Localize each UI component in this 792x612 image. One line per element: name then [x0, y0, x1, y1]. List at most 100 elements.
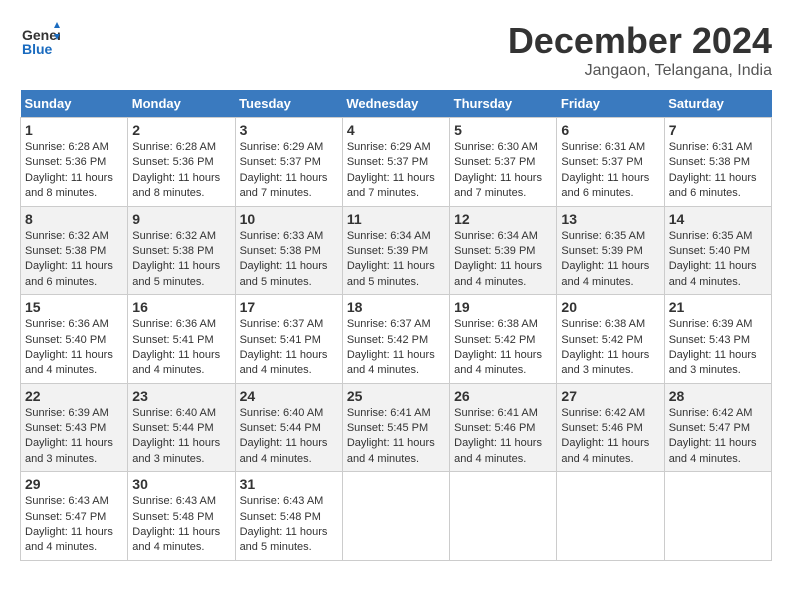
calendar-cell: 11 Sunrise: 6:34 AM Sunset: 5:39 PM Dayl… [342, 206, 449, 295]
day-info: Sunrise: 6:34 AM Sunset: 5:39 PM Dayligh… [347, 229, 445, 291]
page-header: General Blue December 2024 Jangaon, Tela… [20, 20, 772, 80]
location: Jangaon, Telangana, India [508, 62, 772, 80]
day-number: 23 [132, 388, 230, 404]
calendar-cell [450, 472, 557, 561]
col-header-wednesday: Wednesday [342, 90, 449, 118]
day-info: Sunrise: 6:31 AM Sunset: 5:37 PM Dayligh… [561, 140, 659, 202]
calendar-cell: 9 Sunrise: 6:32 AM Sunset: 5:38 PM Dayli… [128, 206, 235, 295]
day-number: 31 [240, 476, 338, 492]
calendar-cell: 19 Sunrise: 6:38 AM Sunset: 5:42 PM Dayl… [450, 295, 557, 384]
day-number: 22 [25, 388, 123, 404]
calendar-cell: 28 Sunrise: 6:42 AM Sunset: 5:47 PM Dayl… [664, 383, 771, 472]
day-number: 29 [25, 476, 123, 492]
calendar-cell: 18 Sunrise: 6:37 AM Sunset: 5:42 PM Dayl… [342, 295, 449, 384]
calendar-cell: 26 Sunrise: 6:41 AM Sunset: 5:46 PM Dayl… [450, 383, 557, 472]
calendar-cell: 25 Sunrise: 6:41 AM Sunset: 5:45 PM Dayl… [342, 383, 449, 472]
col-header-thursday: Thursday [450, 90, 557, 118]
logo-icon: General Blue [20, 20, 60, 65]
day-number: 11 [347, 211, 445, 227]
day-number: 15 [25, 299, 123, 315]
day-number: 12 [454, 211, 552, 227]
calendar-cell: 3 Sunrise: 6:29 AM Sunset: 5:37 PM Dayli… [235, 118, 342, 207]
day-info: Sunrise: 6:37 AM Sunset: 5:41 PM Dayligh… [240, 317, 338, 379]
col-header-monday: Monday [128, 90, 235, 118]
calendar-cell [664, 472, 771, 561]
day-info: Sunrise: 6:43 AM Sunset: 5:47 PM Dayligh… [25, 494, 123, 556]
day-number: 5 [454, 122, 552, 138]
calendar-cell: 13 Sunrise: 6:35 AM Sunset: 5:39 PM Dayl… [557, 206, 664, 295]
col-header-sunday: Sunday [21, 90, 128, 118]
day-info: Sunrise: 6:41 AM Sunset: 5:46 PM Dayligh… [454, 406, 552, 468]
calendar-cell: 1 Sunrise: 6:28 AM Sunset: 5:36 PM Dayli… [21, 118, 128, 207]
title-section: December 2024 Jangaon, Telangana, India [508, 20, 772, 80]
day-number: 18 [347, 299, 445, 315]
calendar-cell: 24 Sunrise: 6:40 AM Sunset: 5:44 PM Dayl… [235, 383, 342, 472]
day-info: Sunrise: 6:30 AM Sunset: 5:37 PM Dayligh… [454, 140, 552, 202]
day-info: Sunrise: 6:36 AM Sunset: 5:41 PM Dayligh… [132, 317, 230, 379]
day-info: Sunrise: 6:38 AM Sunset: 5:42 PM Dayligh… [561, 317, 659, 379]
day-info: Sunrise: 6:33 AM Sunset: 5:38 PM Dayligh… [240, 229, 338, 291]
calendar-cell: 23 Sunrise: 6:40 AM Sunset: 5:44 PM Dayl… [128, 383, 235, 472]
day-info: Sunrise: 6:35 AM Sunset: 5:39 PM Dayligh… [561, 229, 659, 291]
calendar-cell: 31 Sunrise: 6:43 AM Sunset: 5:48 PM Dayl… [235, 472, 342, 561]
day-info: Sunrise: 6:39 AM Sunset: 5:43 PM Dayligh… [669, 317, 767, 379]
calendar-cell: 7 Sunrise: 6:31 AM Sunset: 5:38 PM Dayli… [664, 118, 771, 207]
day-number: 25 [347, 388, 445, 404]
day-info: Sunrise: 6:34 AM Sunset: 5:39 PM Dayligh… [454, 229, 552, 291]
calendar-cell: 27 Sunrise: 6:42 AM Sunset: 5:46 PM Dayl… [557, 383, 664, 472]
day-number: 26 [454, 388, 552, 404]
month-title: December 2024 [508, 20, 772, 62]
calendar-week-row: 1 Sunrise: 6:28 AM Sunset: 5:36 PM Dayli… [21, 118, 772, 207]
day-info: Sunrise: 6:43 AM Sunset: 5:48 PM Dayligh… [132, 494, 230, 556]
day-info: Sunrise: 6:42 AM Sunset: 5:46 PM Dayligh… [561, 406, 659, 468]
calendar-cell: 30 Sunrise: 6:43 AM Sunset: 5:48 PM Dayl… [128, 472, 235, 561]
day-info: Sunrise: 6:40 AM Sunset: 5:44 PM Dayligh… [132, 406, 230, 468]
day-number: 2 [132, 122, 230, 138]
calendar-cell [342, 472, 449, 561]
col-header-friday: Friday [557, 90, 664, 118]
day-number: 20 [561, 299, 659, 315]
calendar-cell: 15 Sunrise: 6:36 AM Sunset: 5:40 PM Dayl… [21, 295, 128, 384]
calendar-cell: 10 Sunrise: 6:33 AM Sunset: 5:38 PM Dayl… [235, 206, 342, 295]
day-number: 6 [561, 122, 659, 138]
col-header-saturday: Saturday [664, 90, 771, 118]
day-number: 8 [25, 211, 123, 227]
day-number: 9 [132, 211, 230, 227]
calendar-cell: 5 Sunrise: 6:30 AM Sunset: 5:37 PM Dayli… [450, 118, 557, 207]
day-info: Sunrise: 6:32 AM Sunset: 5:38 PM Dayligh… [25, 229, 123, 291]
day-number: 14 [669, 211, 767, 227]
calendar-cell: 8 Sunrise: 6:32 AM Sunset: 5:38 PM Dayli… [21, 206, 128, 295]
day-number: 7 [669, 122, 767, 138]
calendar-cell: 21 Sunrise: 6:39 AM Sunset: 5:43 PM Dayl… [664, 295, 771, 384]
logo: General Blue [20, 20, 60, 65]
day-number: 27 [561, 388, 659, 404]
day-number: 21 [669, 299, 767, 315]
calendar-cell: 22 Sunrise: 6:39 AM Sunset: 5:43 PM Dayl… [21, 383, 128, 472]
day-info: Sunrise: 6:38 AM Sunset: 5:42 PM Dayligh… [454, 317, 552, 379]
calendar-cell: 6 Sunrise: 6:31 AM Sunset: 5:37 PM Dayli… [557, 118, 664, 207]
day-info: Sunrise: 6:37 AM Sunset: 5:42 PM Dayligh… [347, 317, 445, 379]
calendar-cell [557, 472, 664, 561]
day-info: Sunrise: 6:40 AM Sunset: 5:44 PM Dayligh… [240, 406, 338, 468]
calendar-table: SundayMondayTuesdayWednesdayThursdayFrid… [20, 90, 772, 561]
day-info: Sunrise: 6:29 AM Sunset: 5:37 PM Dayligh… [240, 140, 338, 202]
calendar-cell: 12 Sunrise: 6:34 AM Sunset: 5:39 PM Dayl… [450, 206, 557, 295]
day-number: 28 [669, 388, 767, 404]
calendar-header-row: SundayMondayTuesdayWednesdayThursdayFrid… [21, 90, 772, 118]
day-number: 4 [347, 122, 445, 138]
day-info: Sunrise: 6:39 AM Sunset: 5:43 PM Dayligh… [25, 406, 123, 468]
calendar-cell: 2 Sunrise: 6:28 AM Sunset: 5:36 PM Dayli… [128, 118, 235, 207]
day-number: 16 [132, 299, 230, 315]
calendar-cell: 16 Sunrise: 6:36 AM Sunset: 5:41 PM Dayl… [128, 295, 235, 384]
day-info: Sunrise: 6:35 AM Sunset: 5:40 PM Dayligh… [669, 229, 767, 291]
day-info: Sunrise: 6:31 AM Sunset: 5:38 PM Dayligh… [669, 140, 767, 202]
day-number: 19 [454, 299, 552, 315]
day-number: 24 [240, 388, 338, 404]
day-number: 13 [561, 211, 659, 227]
calendar-cell: 20 Sunrise: 6:38 AM Sunset: 5:42 PM Dayl… [557, 295, 664, 384]
calendar-cell: 14 Sunrise: 6:35 AM Sunset: 5:40 PM Dayl… [664, 206, 771, 295]
day-info: Sunrise: 6:36 AM Sunset: 5:40 PM Dayligh… [25, 317, 123, 379]
day-info: Sunrise: 6:29 AM Sunset: 5:37 PM Dayligh… [347, 140, 445, 202]
calendar-week-row: 8 Sunrise: 6:32 AM Sunset: 5:38 PM Dayli… [21, 206, 772, 295]
col-header-tuesday: Tuesday [235, 90, 342, 118]
